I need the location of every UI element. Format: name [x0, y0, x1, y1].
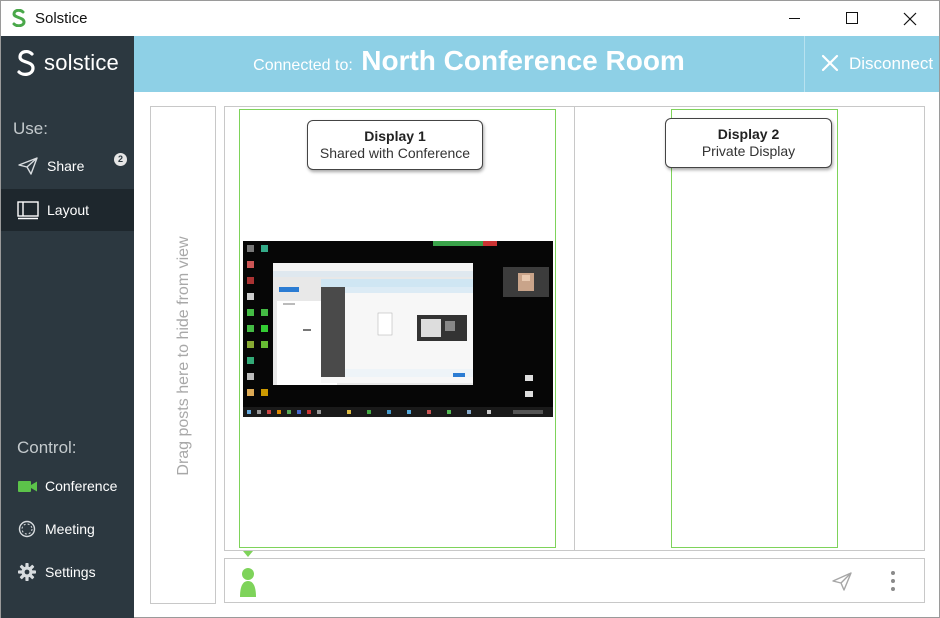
layout-icon — [17, 201, 39, 220]
solstice-logo-icon — [17, 50, 35, 76]
maximize-icon — [846, 12, 858, 24]
connected-label: Connected to: — [253, 57, 353, 74]
sidebar-item-layout[interactable]: Layout — [1, 189, 134, 231]
brand-name: solstice — [44, 50, 119, 75]
app-window: Solstice solstice Connected to: North Co… — [0, 0, 940, 618]
sidebar-item-label: Settings — [45, 564, 96, 580]
display-2-region[interactable] — [671, 109, 838, 548]
control-section-label: Control: — [17, 438, 77, 457]
header-bar: solstice Connected to: North Conference … — [1, 36, 939, 92]
maximize-button[interactable] — [823, 1, 881, 36]
desktop-screenshot-image — [243, 241, 553, 417]
bottom-bar — [224, 558, 925, 603]
sidebar-item-label: Conference — [45, 478, 118, 494]
display-column-divider — [574, 107, 575, 550]
display-title: Display 1 — [364, 128, 426, 144]
send-icon — [18, 157, 38, 175]
disconnect-label: Disconnect — [849, 54, 934, 73]
video-camera-icon — [18, 481, 37, 492]
hide-zone-hint: Drag posts here to hide from view — [175, 236, 192, 476]
sidebar-item-conference[interactable]: Conference — [1, 465, 134, 507]
connection-status: Connected to: North Conference Room — [134, 36, 804, 92]
sidebar-item-label: Layout — [47, 202, 90, 218]
share-count-badge: 2 — [114, 153, 127, 166]
room-name: North Conference Room — [361, 45, 685, 76]
window-title: Solstice — [35, 10, 88, 27]
disconnect-button[interactable]: Disconnect — [805, 36, 939, 92]
display-title: Display 2 — [717, 126, 780, 142]
brand: solstice — [1, 36, 134, 92]
minimize-icon — [789, 18, 800, 19]
solstice-logo-icon — [12, 9, 26, 27]
display-2-card[interactable]: Display 2 Private Display — [665, 118, 832, 168]
display-layout-area: Display 1 Shared with Conference Display… — [224, 106, 925, 551]
title-bar: Solstice — [1, 1, 939, 36]
sidebar-item-settings[interactable]: Settings — [1, 551, 134, 593]
shared-post-thumbnail[interactable] — [243, 241, 553, 417]
gear-icon — [18, 563, 36, 581]
more-vertical-icon[interactable] — [889, 570, 897, 592]
meeting-icon — [18, 520, 36, 538]
use-section-label: Use: — [13, 119, 48, 138]
minimize-button[interactable] — [767, 1, 825, 36]
display-1-card[interactable]: Display 1 Shared with Conference — [307, 120, 483, 170]
sidebar: Use: Share 2 Layout Control: Conference — [1, 92, 134, 618]
display-subtitle: Private Display — [701, 143, 796, 159]
close-button[interactable] — [881, 1, 939, 36]
close-icon — [821, 54, 839, 72]
user-icon[interactable] — [237, 566, 259, 598]
selected-user-caret — [243, 551, 253, 557]
display-subtitle: Shared with Conference — [319, 145, 471, 161]
sidebar-item-meeting[interactable]: Meeting — [1, 508, 134, 550]
send-icon[interactable] — [831, 570, 853, 592]
close-icon — [903, 12, 917, 26]
sidebar-item-label: Meeting — [45, 521, 95, 537]
sidebar-item-share[interactable]: Share 2 — [1, 145, 134, 187]
sidebar-item-label: Share — [47, 158, 85, 174]
hide-drop-zone[interactable]: Drag posts here to hide from view — [150, 106, 216, 604]
